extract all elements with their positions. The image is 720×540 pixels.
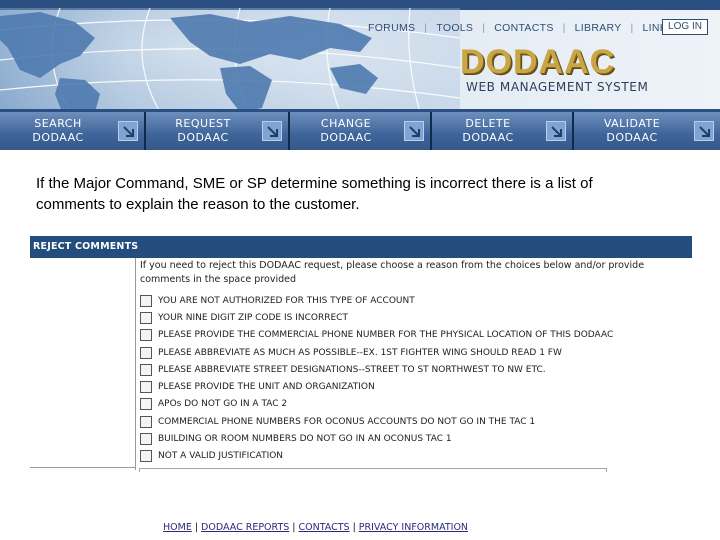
comments-textarea[interactable] xyxy=(139,468,607,472)
reject-instructions: If you need to reject this DODAAC reques… xyxy=(140,260,645,285)
arrow-down-right-icon xyxy=(404,121,424,141)
reason-checkbox[interactable] xyxy=(140,398,152,411)
reason-item: BUILDING OR ROOM NUMBERS DO NOT GO IN AN… xyxy=(140,430,680,447)
footer-dodaac-reports-link[interactable]: DODAAC REPORTS xyxy=(201,522,289,533)
reason-label: NOT A VALID JUSTIFICATION xyxy=(158,451,284,462)
nav-library-link[interactable]: LIBRARY xyxy=(569,22,628,34)
reason-checkbox[interactable] xyxy=(140,311,152,324)
reason-label: APOs DO NOT GO IN A TAC 2 xyxy=(158,399,288,410)
arrow-down-right-icon xyxy=(694,121,714,141)
reason-item: APOs DO NOT GO IN A TAC 2 xyxy=(140,396,680,413)
bottom-divider xyxy=(30,467,136,468)
reason-checkbox[interactable] xyxy=(140,381,152,394)
reason-item: PLEASE ABBREVIATE AS MUCH AS POSSIBLE--E… xyxy=(140,344,680,361)
reason-item: YOUR NINE DIGIT ZIP CODE IS INCORRECT xyxy=(140,309,680,326)
reason-label: YOUR NINE DIGIT ZIP CODE IS INCORRECT xyxy=(158,312,348,323)
reason-checkbox[interactable] xyxy=(140,346,152,359)
reason-checkbox[interactable] xyxy=(140,450,152,463)
site-header: FORUMS | TOOLS | CONTACTS | LIBRARY | LI… xyxy=(0,0,720,112)
reject-comments-header: REJECT COMMENTS xyxy=(30,236,692,258)
reason-item: PLEASE PROVIDE THE COMMERCIAL PHONE NUMB… xyxy=(140,327,680,344)
reason-item: YOU ARE NOT AUTHORIZED FOR THIS TYPE OF … xyxy=(140,292,680,309)
reason-checkbox[interactable] xyxy=(140,329,152,342)
reason-label: PLEASE ABBREVIATE AS MUCH AS POSSIBLE--E… xyxy=(158,347,562,358)
reason-checkbox[interactable] xyxy=(140,433,152,446)
search-dodaac-button[interactable]: SEARCH DODAAC xyxy=(0,112,146,150)
reason-label: PLEASE PROVIDE THE UNIT AND ORGANIZATION xyxy=(158,382,375,393)
reason-checkbox[interactable] xyxy=(140,415,152,428)
footer-contacts-link[interactable]: CONTACTS xyxy=(298,522,349,533)
nav-separator: | xyxy=(482,22,486,34)
delete-dodaac-button[interactable]: DELETE DODAAC xyxy=(432,112,574,150)
footer-privacy-link[interactable]: PRIVACY INFORMATION xyxy=(359,522,468,533)
reason-label: PLEASE ABBREVIATE STREET DESIGNATIONS--S… xyxy=(158,364,546,375)
validate-dodaac-button[interactable]: VALIDATE DODAAC xyxy=(574,112,720,150)
reason-label: YOU ARE NOT AUTHORIZED FOR THIS TYPE OF … xyxy=(158,295,415,306)
footer-links: HOME | DODAAC REPORTS | CONTACTS | PRIVACY INF… xyxy=(163,522,468,533)
change-dodaac-button[interactable]: CHANGE DODAAC xyxy=(290,112,432,150)
reason-checkbox[interactable] xyxy=(140,294,152,307)
nav-separator: | xyxy=(562,22,566,34)
dodaac-logo: DODAAC xyxy=(460,43,616,81)
footer-home-link[interactable]: HOME xyxy=(163,522,192,533)
action-bar: SEARCH DODAAC REQUEST DODAAC CHANGE DODA… xyxy=(0,112,720,150)
search-dodaac-label: SEARCH DODAAC xyxy=(32,117,84,144)
arrow-down-right-icon xyxy=(546,121,566,141)
reject-comments-panel: REJECT COMMENTS If you need to reject th… xyxy=(30,236,692,472)
nav-separator: | xyxy=(630,22,634,34)
nav-separator: | xyxy=(424,22,428,34)
reason-item: PLEASE PROVIDE THE UNIT AND ORGANIZATION xyxy=(140,378,680,395)
login-button[interactable]: LOG IN xyxy=(662,19,708,35)
reject-reason-list: YOU ARE NOT AUTHORIZED FOR THIS TYPE OF … xyxy=(140,292,680,465)
request-dodaac-button[interactable]: REQUEST DODAAC xyxy=(146,112,290,150)
column-divider xyxy=(135,258,136,470)
top-navigation: FORUMS | TOOLS | CONTACTS | LIBRARY | LI… xyxy=(362,20,680,36)
reason-label: COMMERCIAL PHONE NUMBERS FOR OCONUS ACCO… xyxy=(158,416,536,427)
footer-separator: | xyxy=(352,522,356,533)
arrow-down-right-icon xyxy=(118,121,138,141)
nav-tools-link[interactable]: TOOLS xyxy=(430,22,479,34)
reason-item: PLEASE ABBREVIATE STREET DESIGNATIONS--S… xyxy=(140,361,680,378)
reason-checkbox[interactable] xyxy=(140,363,152,376)
arrow-down-right-icon xyxy=(262,121,282,141)
reject-comments-title: REJECT COMMENTS xyxy=(33,241,139,252)
nav-forums-link[interactable]: FORUMS xyxy=(362,22,421,34)
validate-dodaac-label: VALIDATE DODAAC xyxy=(603,117,661,144)
request-dodaac-label: REQUEST DODAAC xyxy=(175,117,231,144)
site-subtitle: WEB MANAGEMENT SYSTEM xyxy=(466,80,649,94)
delete-dodaac-label: DELETE DODAAC xyxy=(462,117,514,144)
change-dodaac-label: CHANGE DODAAC xyxy=(320,117,372,144)
nav-contacts-link[interactable]: CONTACTS xyxy=(488,22,559,34)
intro-description: If the Major Command, SME or SP determin… xyxy=(36,175,593,213)
reason-item: NOT A VALID JUSTIFICATION xyxy=(140,448,680,465)
footer-separator: | xyxy=(194,522,199,533)
reason-item: COMMERCIAL PHONE NUMBERS FOR OCONUS ACCO… xyxy=(140,413,680,430)
reason-label: BUILDING OR ROOM NUMBERS DO NOT GO IN AN… xyxy=(158,434,452,445)
reason-label: PLEASE PROVIDE THE COMMERCIAL PHONE NUMB… xyxy=(158,330,614,341)
